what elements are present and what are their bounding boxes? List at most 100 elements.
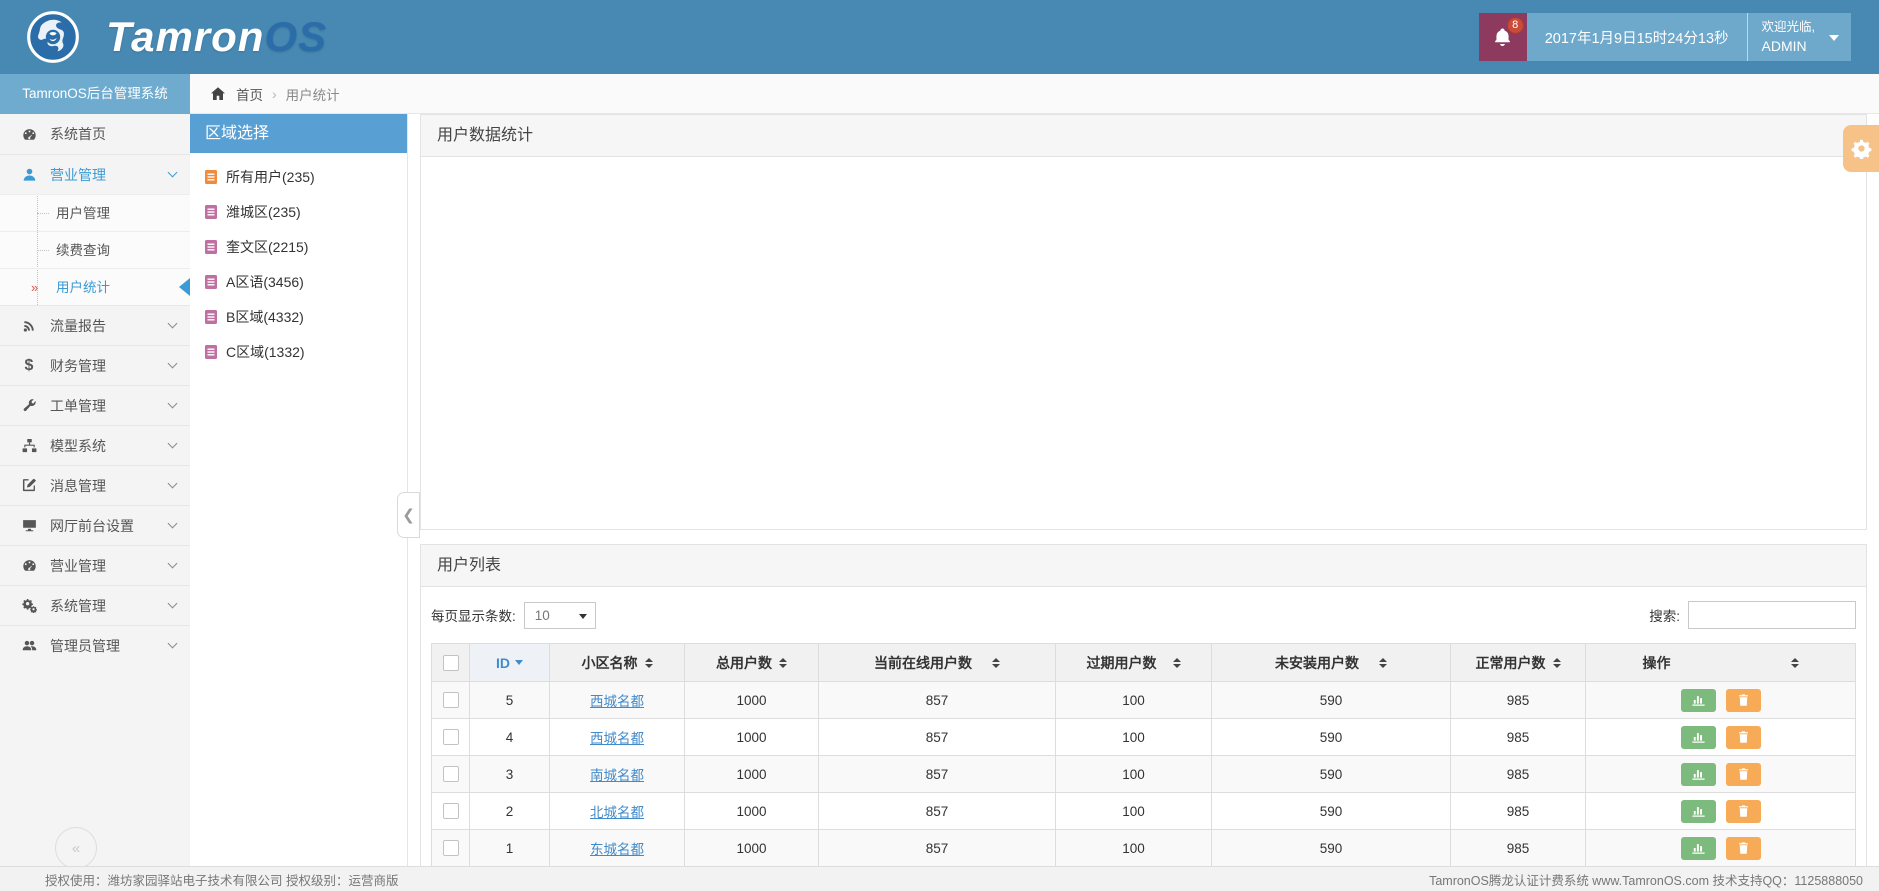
breadcrumb-current: 用户统计 [285,87,340,103]
sidebar-collapse-button[interactable]: « [55,827,97,869]
trash-icon [1738,731,1748,743]
settings-tab-button[interactable] [1843,125,1879,172]
region-panel-title: 区域选择 [190,114,407,153]
community-link[interactable]: 西城名都 [590,731,644,746]
sidebar-item-label: 用户统计 [56,280,110,295]
sidebar-item-traffic-report[interactable]: 流量报告 [0,305,190,345]
select-all-cell [431,643,470,682]
row-checkbox[interactable] [442,766,459,783]
community-link[interactable]: 西城名都 [590,694,644,709]
delete-button[interactable] [1725,725,1761,749]
sidebar-item-label: 营业管理 [50,557,106,574]
bar-chart-icon [1691,696,1705,706]
sidebar: TamronOS后台管理系统 系统首页 营业管理 用户管理 续费查询 用户统计 [0,74,190,891]
delete-button[interactable] [1725,799,1761,823]
column-header-expired[interactable]: 过期用户数 [1055,643,1212,682]
sidebar-item-portal-settings[interactable]: 网厅前台设置 [0,505,190,545]
sidebar-item-message-mgmt[interactable]: 消息管理 [0,465,190,505]
community-link[interactable]: 东城名都 [590,842,644,857]
page-footer: 授权使用：潍坊家园驿站电子技术有限公司 授权级别：运营商版 TamronOS腾龙… [0,866,1879,891]
row-checkbox[interactable] [442,803,459,820]
community-link[interactable]: 北城名都 [590,805,644,820]
chart-button[interactable] [1680,688,1716,712]
chevron-down-icon [167,478,178,489]
wrench-icon [20,398,38,414]
list-icon [205,204,217,219]
column-header-online[interactable]: 当前在线用户数 [818,643,1056,682]
cell-expired: 100 [1055,829,1212,867]
chart-button[interactable] [1680,762,1716,786]
row-checkbox[interactable] [442,692,459,709]
sidebar-item-user-stats[interactable]: 用户统计 [0,268,190,306]
cell-uninstalled: 590 [1211,792,1451,830]
sidebar-item-renewal-query[interactable]: 续费查询 [0,231,190,268]
chevron-down-icon [167,358,178,369]
dashboard-icon [20,126,38,142]
cell-normal: 985 [1450,829,1586,867]
column-header-name[interactable]: 小区名称 [549,643,685,682]
cell-online: 857 [818,718,1056,756]
region-tree: 所有用户(235) 潍城区(235) 奎文区(2215) A区语(3456) B… [190,153,407,369]
cell-online: 857 [818,755,1056,793]
breadcrumb-home[interactable]: 首页 [236,84,263,104]
region-item-kuiwen[interactable]: 奎文区(2215) [190,229,407,264]
sidebar-item-business-mgmt-2[interactable]: 营业管理 [0,545,190,585]
footer-support-text: TamronOS腾龙认证计费系统 www.TamronOS.com 技术支持QQ… [1429,873,1863,888]
sidebar-item-business-mgmt[interactable]: 营业管理 [0,154,190,194]
page-size-label: 每页显示条数: [431,609,516,624]
region-item-c[interactable]: C区域(1332) [190,334,407,369]
delete-button[interactable] [1725,836,1761,860]
sidebar-item-system-mgmt[interactable]: 系统管理 [0,585,190,625]
column-header-actions[interactable]: 操作 [1585,643,1856,682]
trash-icon [1738,768,1748,780]
chart-button[interactable] [1680,836,1716,860]
notifications-button[interactable]: 8 [1478,13,1527,61]
table-row: 1 东城名都 1000 857 100 590 985 [431,829,1856,867]
active-item-arrow-icon [179,278,190,296]
row-checkbox[interactable] [442,729,459,746]
user-stats-chart-area [421,157,1866,529]
delete-button[interactable] [1725,688,1761,712]
sidebar-item-finance-mgmt[interactable]: $ 财务管理 [0,345,190,385]
delete-button[interactable] [1725,762,1761,786]
column-header-normal[interactable]: 正常用户数 [1450,643,1586,682]
region-item-b[interactable]: B区域(4332) [190,299,407,334]
list-icon [205,344,217,359]
bar-chart-icon [1691,733,1705,743]
page-size-select[interactable]: 10 [523,601,596,629]
sidebar-item-model-system[interactable]: 模型系统 [0,425,190,465]
region-item-weicheng[interactable]: 潍城区(235) [190,194,407,229]
main-menu: 系统首页 营业管理 用户管理 续费查询 用户统计 流量报告 [0,114,190,665]
logo-secondary: OS [264,13,328,60]
region-item-all-users[interactable]: 所有用户(235) [190,159,407,194]
chart-button[interactable] [1680,725,1716,749]
column-header-uninstalled[interactable]: 未安装用户数 [1211,643,1451,682]
region-item-label: A区语(3456) [226,273,304,290]
breadcrumb-separator: › [272,85,277,102]
row-checkbox[interactable] [442,840,459,857]
cell-uninstalled: 590 [1211,718,1451,756]
edit-icon [20,478,38,494]
community-link[interactable]: 南城名都 [590,768,644,783]
cell-uninstalled: 590 [1211,755,1451,793]
sidebar-item-label: 流量报告 [50,317,106,334]
sidebar-item-user-mgmt[interactable]: 用户管理 [0,194,190,231]
user-table: ID 小区名称 总用户数 当前在线用户数 过期用户数 未安装用户数 正常用户数 … [431,643,1856,867]
search-input[interactable] [1688,601,1856,629]
caret-down-icon [1829,35,1839,41]
sidebar-item-system-home[interactable]: 系统首页 [0,114,190,154]
region-item-a[interactable]: A区语(3456) [190,264,407,299]
dollar-icon: $ [24,356,34,374]
select-all-checkbox[interactable] [442,655,459,672]
sidebar-item-label: 管理员管理 [50,637,120,654]
bar-chart-icon [1691,770,1705,780]
sidebar-item-admin-mgmt[interactable]: 管理员管理 [0,625,190,665]
column-header-total[interactable]: 总用户数 [684,643,819,682]
sidebar-item-label: 营业管理 [50,166,106,183]
panel-collapse-handle[interactable]: ❮ [397,492,420,538]
sidebar-item-workorder-mgmt[interactable]: 工单管理 [0,385,190,425]
column-header-id[interactable]: ID [469,643,550,682]
dashboard-icon [20,558,38,574]
chart-button[interactable] [1680,799,1716,823]
admin-menu[interactable]: 欢迎光临, ADMIN [1746,13,1851,61]
